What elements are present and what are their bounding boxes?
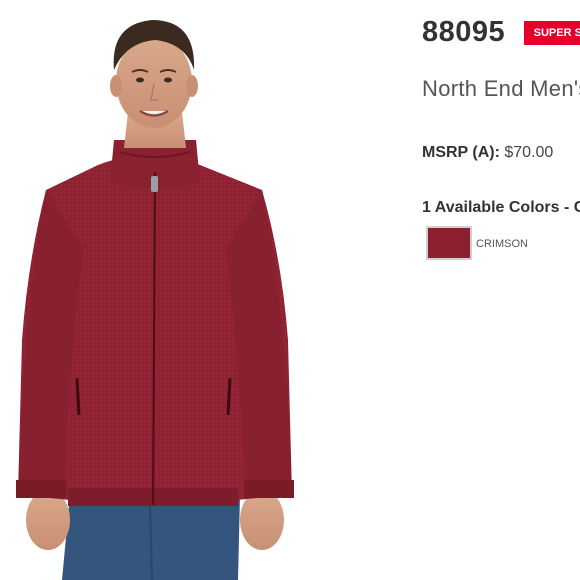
msrp-label: MSRP (A): xyxy=(422,144,500,161)
product-title: North End Men's xyxy=(422,76,580,101)
sku-row: 88095 SUPER SALE xyxy=(422,16,580,49)
product-info-panel: 88095 SUPER SALE North End Men's MSRP (A… xyxy=(422,0,580,580)
msrp-value: $70.00 xyxy=(504,144,554,161)
available-colors-heading: 1 Available Colors - CRIMSON xyxy=(422,199,580,216)
color-swatch-label: CRIMSON xyxy=(476,238,528,250)
product-sku: 88095 xyxy=(422,16,506,48)
product-photo xyxy=(16,20,294,580)
product-image[interactable] xyxy=(0,0,410,580)
sale-badge: SUPER SALE xyxy=(523,20,580,45)
color-swatch-crimson[interactable] xyxy=(426,226,472,260)
msrp-price: MSRP (A): $70.00 xyxy=(422,144,553,162)
